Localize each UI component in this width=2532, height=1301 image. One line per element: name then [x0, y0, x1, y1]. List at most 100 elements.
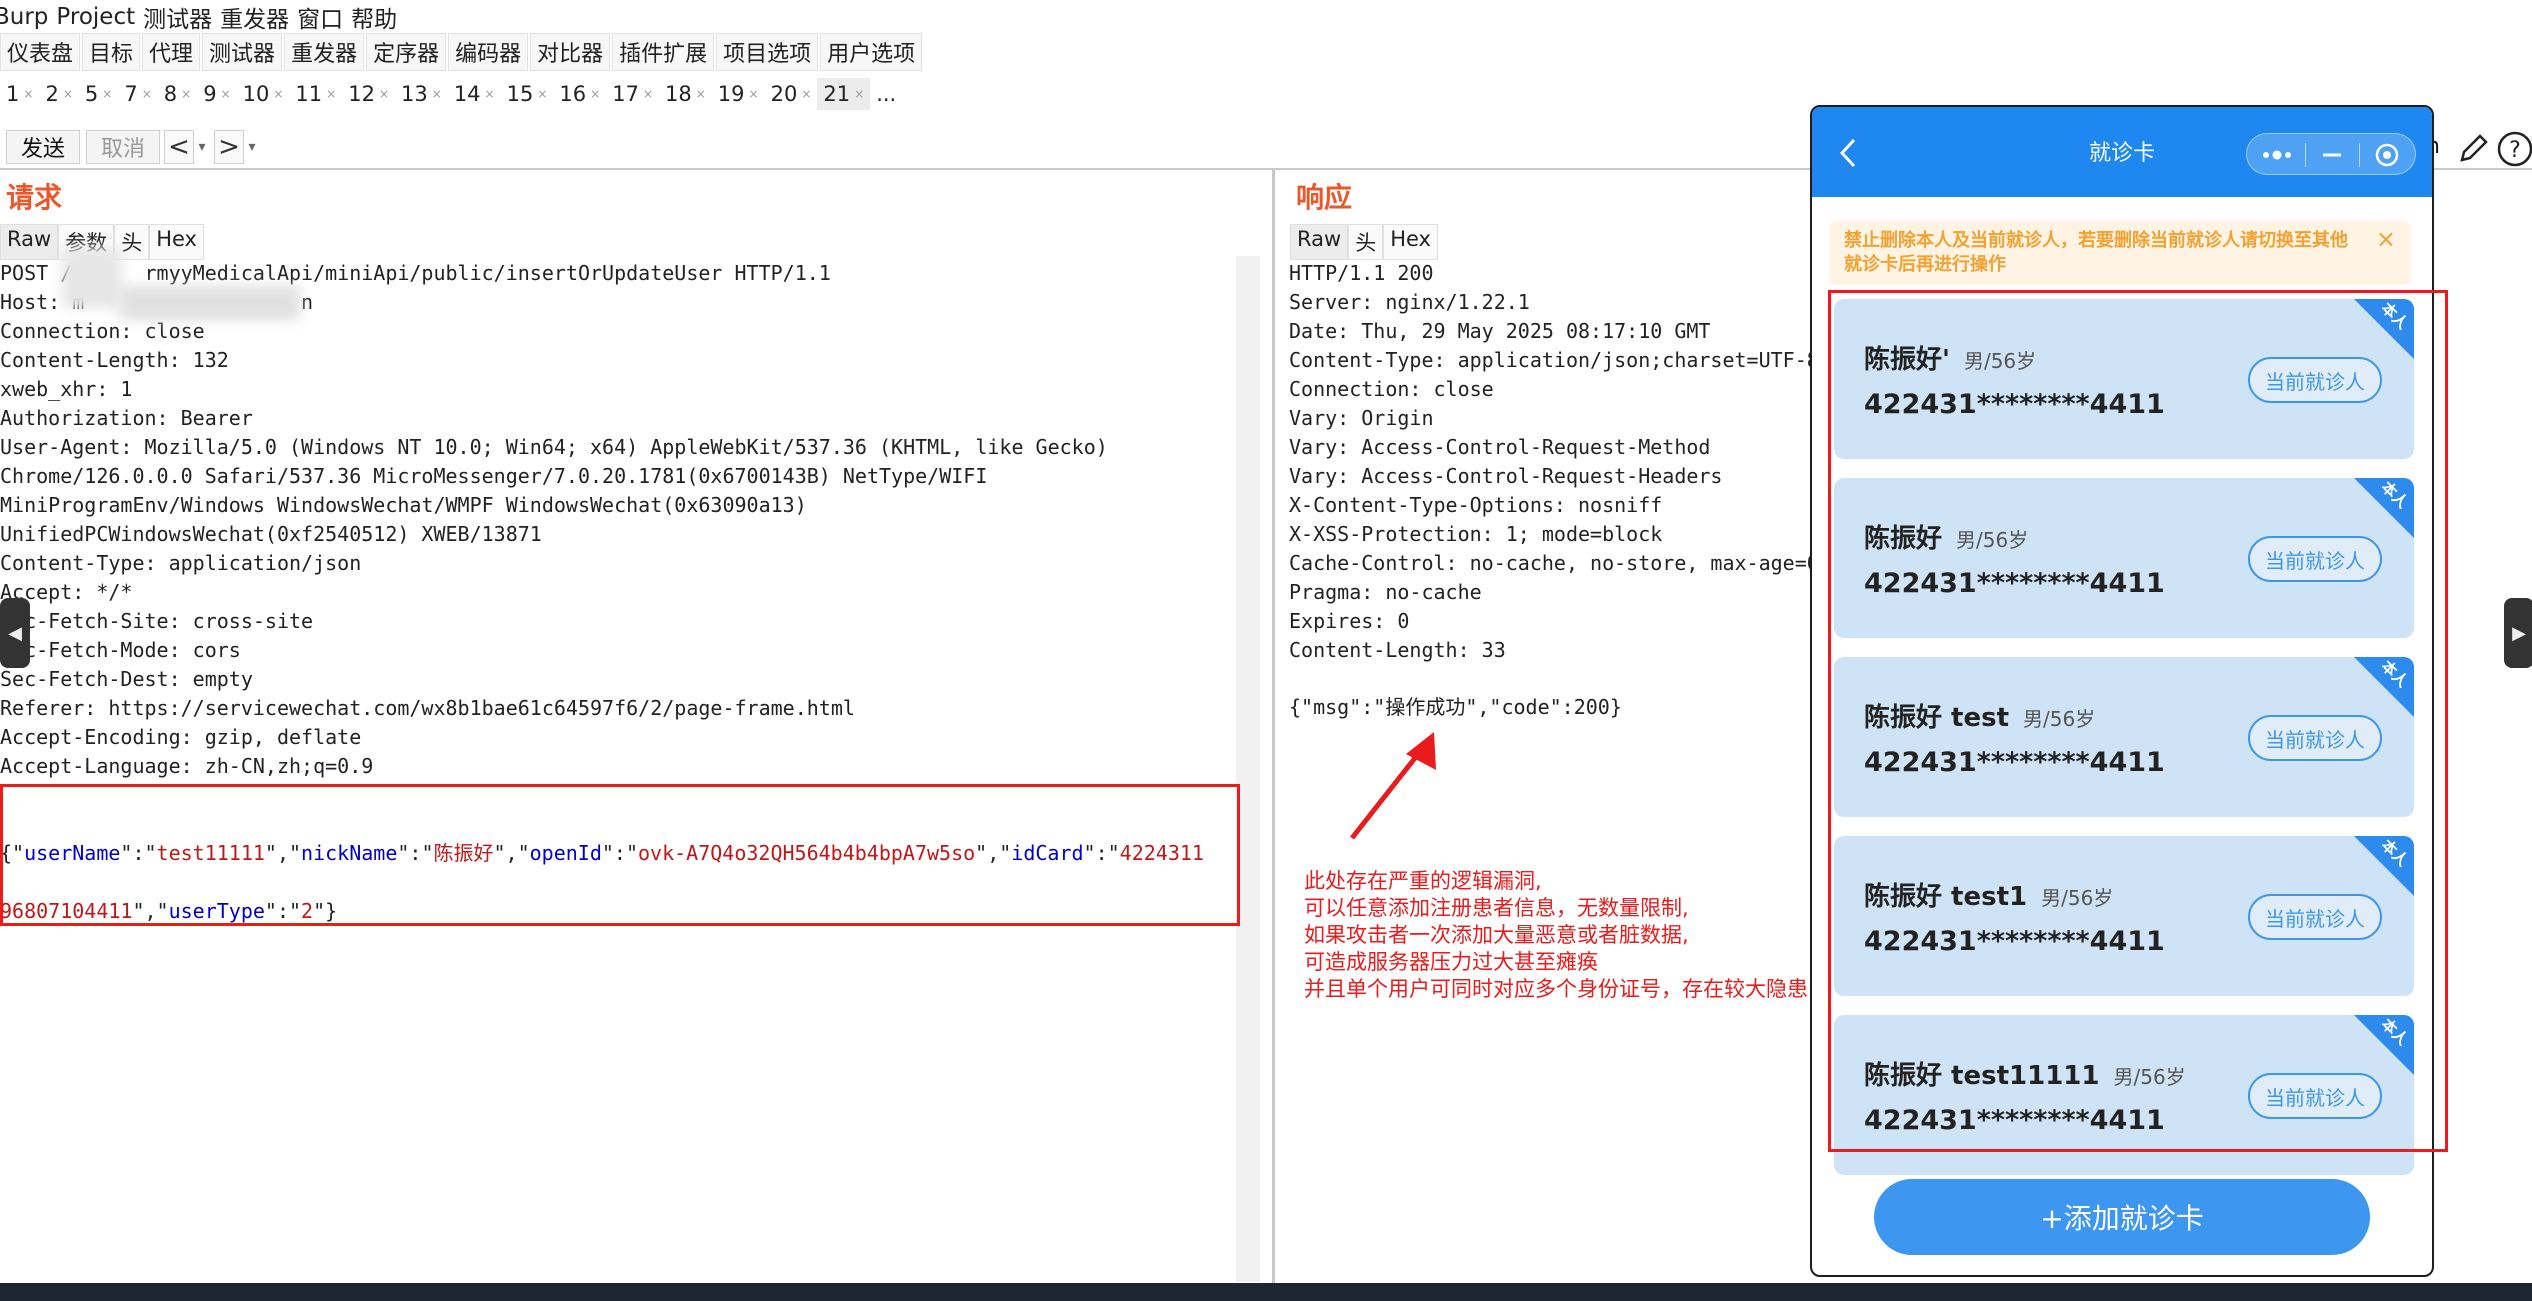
toolbar-tab[interactable]: 编码器 — [448, 33, 529, 71]
help-icon[interactable]: ? — [2496, 130, 2532, 168]
request-subtab[interactable]: Hex — [149, 224, 204, 260]
menu-item[interactable]: Project — [56, 4, 135, 30]
toolbar-tab[interactable]: 测试器 — [202, 33, 283, 71]
repeater-tab[interactable]: 9 × — [197, 78, 236, 110]
response-header-line: Content-Length: 33 — [1289, 638, 1506, 662]
response-header-line: Vary: Access-Control-Request-Headers — [1289, 464, 1723, 488]
repeater-tab[interactable]: 13 × — [395, 78, 448, 110]
menu-item[interactable]: 帮助 — [351, 0, 397, 34]
repeater-tab[interactable]: 2 × — [39, 78, 78, 110]
toolbar-tab[interactable]: 项目选项 — [716, 33, 819, 71]
tab-close-icon[interactable]: × — [432, 87, 442, 101]
tab-close-icon[interactable]: × — [537, 87, 547, 101]
repeater-tab[interactable]: 14 × — [448, 78, 501, 110]
tab-close-icon[interactable]: × — [326, 87, 336, 101]
repeater-tab[interactable]: 15 × — [501, 78, 554, 110]
tab-close-icon[interactable]: × — [63, 87, 73, 101]
tab-label: 11 — [295, 82, 323, 106]
left-collapse-arrow-icon[interactable]: ◀ — [0, 598, 30, 668]
send-button[interactable]: 发送 — [6, 130, 81, 164]
repeater-tab[interactable]: 10 × — [237, 78, 290, 110]
repeater-tab[interactable]: 21 × — [817, 78, 871, 110]
toolbar-tab[interactable]: 代理 — [142, 33, 201, 71]
response-subtab[interactable]: Raw — [1290, 224, 1349, 260]
request-scrollbar[interactable] — [1236, 256, 1260, 1282]
response-headers[interactable]: HTTP/1.1 200 Server: nginx/1.22.1 Date: Th… — [1289, 259, 1811, 665]
tab-close-icon[interactable]: × — [23, 87, 33, 101]
tab-close-icon[interactable]: × — [801, 87, 811, 101]
annotation-arrow — [1350, 732, 1436, 840]
toolbar-tab[interactable]: 定序器 — [366, 33, 447, 71]
repeater-tab[interactable]: 11 × — [289, 78, 342, 110]
tab-close-icon[interactable]: × — [749, 87, 759, 101]
right-collapse-arrow-icon[interactable]: ▶ — [2504, 598, 2532, 668]
response-header-line: Vary: Origin — [1289, 406, 1434, 430]
menu-item[interactable]: 窗口 — [297, 0, 343, 34]
request-header-line: UnifiedPCWindowsWechat(0xf2540512) XWEB/… — [0, 522, 542, 546]
tab-label: 1 — [6, 82, 20, 106]
forward-dropdown-icon[interactable]: ▾ — [244, 130, 260, 164]
tab-close-icon[interactable]: × — [485, 87, 495, 101]
panel-splitter[interactable] — [1272, 168, 1275, 1283]
tab-close-icon[interactable]: × — [181, 87, 191, 101]
tab-label: 21 — [823, 82, 851, 106]
repeater-tab[interactable]: 17 × — [606, 78, 659, 110]
response-body[interactable]: {"msg":"操作成功","code":200} — [1289, 693, 1622, 722]
repeater-tab[interactable]: 7 × — [118, 78, 157, 110]
tab-label: 10 — [242, 82, 270, 106]
repeater-tab-bar: 1 × 2 × 5 × 7 × 8 × 9 × 10 × 11 × 12 × 13 × 14 × 15 × 16 × 17 × 18 × 1… — [0, 76, 902, 112]
response-header-line: Cache-Control: no-cache, no-store, max-a… — [1289, 551, 1811, 575]
pencil-icon[interactable] — [2456, 132, 2490, 166]
tab-label: 14 — [453, 82, 481, 106]
tab-close-icon[interactable]: × — [379, 87, 389, 101]
repeater-tab[interactable]: ... — [870, 78, 902, 110]
repeater-tab[interactable]: 18 × — [659, 78, 712, 110]
warning-close-icon[interactable]: × — [2376, 227, 2396, 251]
response-header-line: X-Content-Type-Options: nosniff — [1289, 493, 1663, 517]
more-dots-icon[interactable] — [2259, 144, 2295, 166]
tab-close-icon[interactable]: × — [590, 87, 600, 101]
repeater-tab[interactable]: 20 × — [765, 78, 818, 110]
repeater-tab[interactable]: 8 × — [158, 78, 197, 110]
tab-close-icon[interactable]: × — [142, 87, 152, 101]
toolbar-tab[interactable]: 对比器 — [530, 33, 611, 71]
toolbar-tab[interactable]: 用户选项 — [820, 33, 923, 71]
redaction-blur — [120, 286, 300, 320]
menu-item[interactable]: 重发器 — [220, 0, 289, 34]
toolbar-tab[interactable]: 目标 — [82, 33, 141, 71]
repeater-tab[interactable]: 5 × — [79, 78, 118, 110]
repeater-tab[interactable]: 16 × — [553, 78, 606, 110]
annotation-line: 并且单个用户可同时对应多个身份证号，存在较大隐患 — [1304, 977, 1808, 1001]
tab-close-icon[interactable]: × — [696, 87, 706, 101]
tab-label: 20 — [770, 82, 798, 106]
tab-label: 13 — [401, 82, 428, 106]
minimize-icon[interactable] — [2317, 144, 2347, 166]
repeater-tab[interactable]: 19 × — [712, 78, 765, 110]
request-header-line: Sec-Fetch-Site: cross-site — [0, 609, 314, 633]
toolbar-tab[interactable]: 仪表盘 — [0, 33, 81, 71]
add-card-button[interactable]: +添加就诊卡 — [1874, 1179, 2370, 1255]
cancel-button[interactable]: 取消 — [86, 130, 161, 164]
toolbar-tab[interactable]: 重发器 — [284, 33, 365, 71]
capsule-menu — [2246, 133, 2416, 175]
back-button[interactable]: < — [164, 130, 195, 164]
response-subtab[interactable]: 头 — [1348, 224, 1384, 260]
repeater-tab[interactable]: 12 × — [342, 78, 395, 110]
tab-close-icon[interactable]: × — [643, 87, 653, 101]
close-target-icon[interactable] — [2371, 140, 2403, 170]
tab-close-icon[interactable]: × — [102, 87, 112, 101]
request-headers[interactable]: POST / rmyyMedicalApi/miniApi/public/ins… — [0, 259, 1108, 781]
menu-item[interactable]: 测试器 — [143, 0, 212, 34]
request-header-line: Content-Length: 132 — [0, 348, 229, 372]
response-subtab[interactable]: Hex — [1383, 224, 1438, 260]
tab-close-icon[interactable]: × — [221, 87, 231, 101]
toolbar-tab[interactable]: 插件扩展 — [612, 33, 715, 71]
tab-close-icon[interactable]: × — [273, 87, 283, 101]
back-dropdown-icon[interactable]: ▾ — [194, 130, 210, 164]
repeater-tab[interactable]: 1 × — [0, 78, 39, 110]
request-subtab[interactable]: Raw — [0, 224, 59, 260]
forward-button[interactable]: > — [214, 130, 245, 164]
response-header-line: Date: Thu, 29 May 2025 08:17:10 GMT — [1289, 319, 1711, 343]
tab-label: 16 — [559, 82, 587, 106]
tab-close-icon[interactable]: × — [854, 87, 864, 101]
